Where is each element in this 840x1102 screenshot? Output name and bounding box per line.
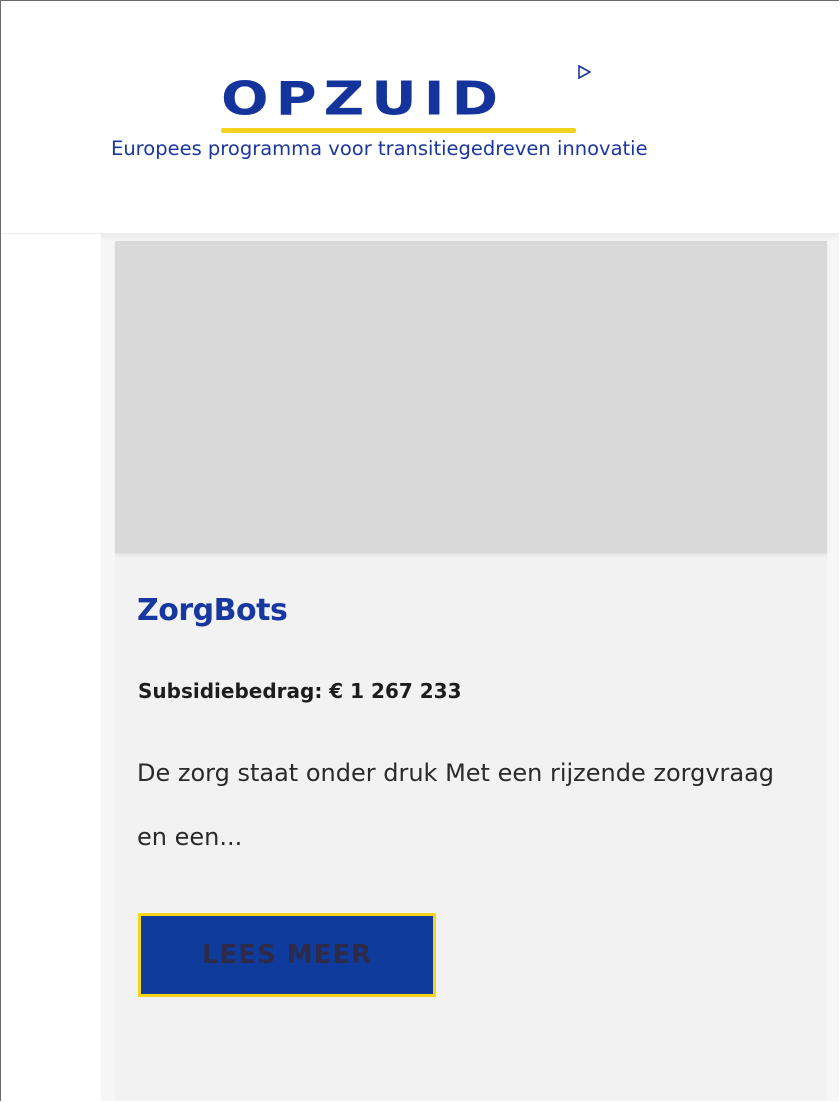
page-margin (1, 234, 101, 1101)
project-excerpt: De zorg staat onder druk Met een rijzend… (137, 759, 775, 851)
logo-underline (221, 128, 576, 133)
project-title[interactable]: ZorgBots (137, 593, 288, 628)
browser-viewport: OPZUID Europees programma voor transitie… (0, 0, 839, 1101)
logo-wordmark: OPZUID (221, 72, 506, 127)
project-card: ZorgBots Subsidiebedrag: € 1 267 233 De … (115, 241, 827, 1101)
read-more-button[interactable]: LEES MEER (138, 913, 436, 997)
play-triangle-icon (578, 65, 591, 79)
subsidy-amount: Subsidiebedrag: € 1 267 233 (138, 679, 462, 703)
site-header: OPZUID Europees programma voor transitie… (1, 1, 839, 234)
opzuid-logo[interactable]: OPZUID Europees programma voor transitie… (109, 65, 699, 175)
project-image-placeholder[interactable] (115, 241, 827, 553)
logo-tagline: Europees programma voor transitiegedreve… (111, 137, 648, 160)
